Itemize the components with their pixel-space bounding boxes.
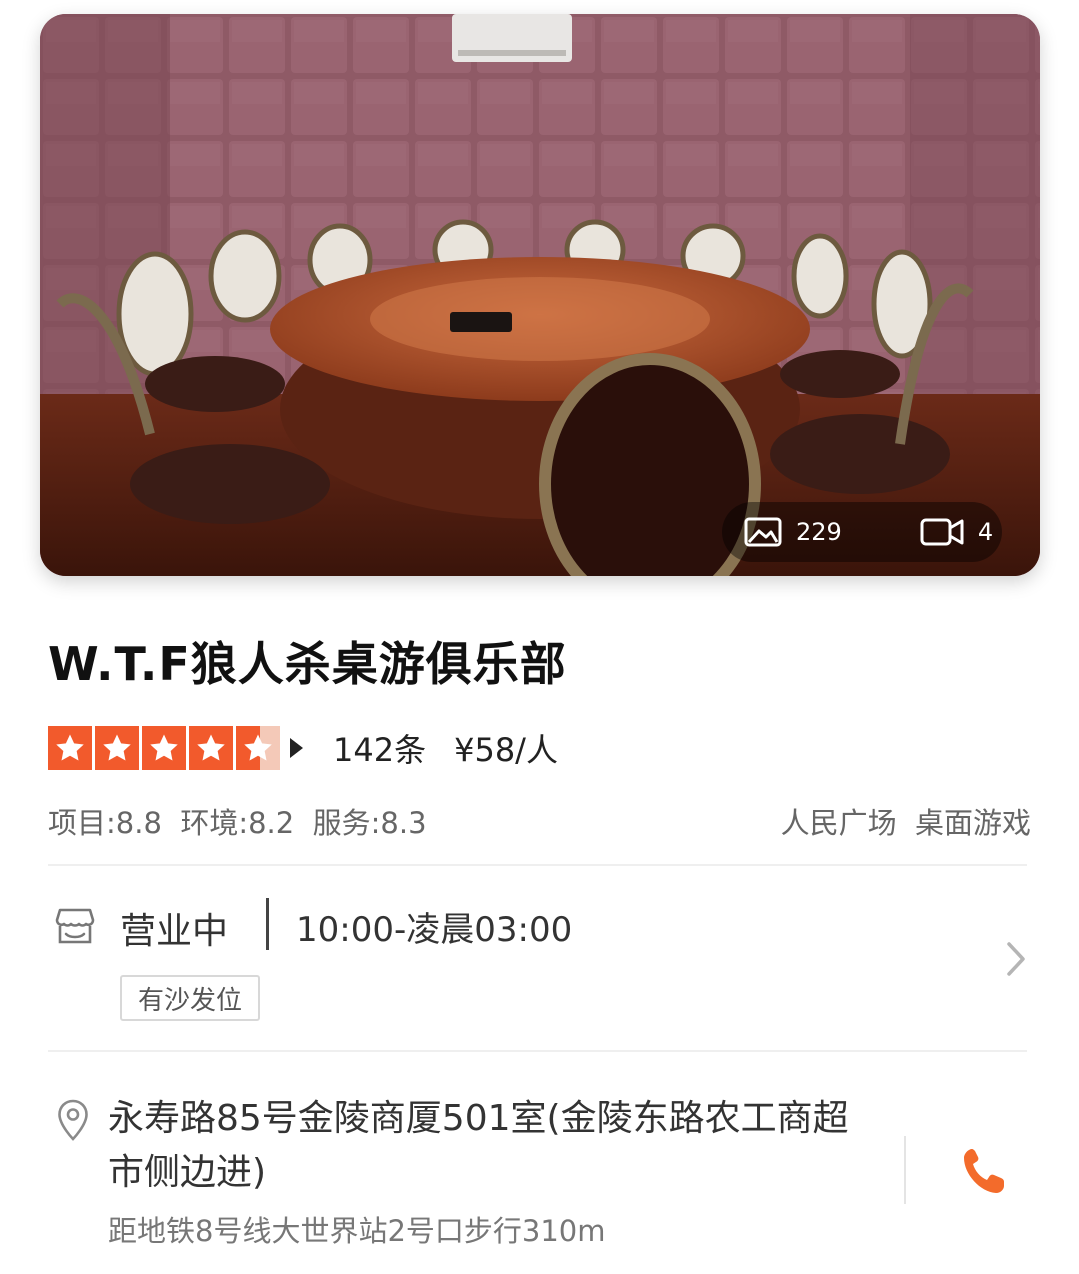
- star-icon: [48, 726, 92, 770]
- metro-distance: 距地铁8号线大世界站2号口步行310m: [108, 1214, 606, 1248]
- shop-address[interactable]: 永寿路85号金陵商厦501室(金陵东路农工商超市侧边进): [108, 1092, 878, 1200]
- hero-photo[interactable]: 229 4: [40, 14, 1040, 576]
- area-category[interactable]: 人民广场 桌面游戏: [781, 800, 1031, 842]
- video-count-value: 4: [977, 518, 994, 546]
- business-status: 营业中: [120, 911, 229, 952]
- half-star-icon: [236, 726, 280, 770]
- status-separator: [266, 898, 269, 950]
- shop-name: W.T.F狼人杀桌游俱乐部: [48, 637, 567, 691]
- star-rating: [48, 726, 280, 770]
- photo-count-value: 229: [796, 518, 842, 546]
- location-pin-icon: [58, 1099, 88, 1141]
- media-count-pill[interactable]: 229 4: [722, 502, 1002, 562]
- video-camera-icon: [920, 518, 964, 546]
- star-icon: [95, 726, 139, 770]
- private-room-photo: [40, 14, 1040, 576]
- shop-hours-icon: [55, 908, 95, 944]
- video-count[interactable]: 4: [920, 517, 993, 547]
- divider: [48, 1050, 1027, 1052]
- star-icon: [142, 726, 186, 770]
- facility-tag: 有沙发位: [120, 975, 261, 1021]
- star-icon: [189, 726, 233, 770]
- rating-row[interactable]: 142条 ¥58/人: [48, 724, 558, 772]
- avg-price: ¥58/人: [454, 731, 558, 769]
- address-separator: [904, 1136, 906, 1204]
- business-hours: 10:00-凌晨03:00: [296, 910, 573, 950]
- photo-count[interactable]: 229: [744, 517, 842, 547]
- divider: [48, 864, 1027, 866]
- triangle-right-icon: [290, 738, 303, 758]
- phone-icon[interactable]: [958, 1144, 1008, 1198]
- chevron-right-icon[interactable]: [1005, 940, 1027, 978]
- sub-scores: 项目:8.8 环境:8.2 服务:8.3: [48, 806, 427, 840]
- image-icon: [744, 517, 782, 547]
- review-count: 142条: [333, 731, 427, 769]
